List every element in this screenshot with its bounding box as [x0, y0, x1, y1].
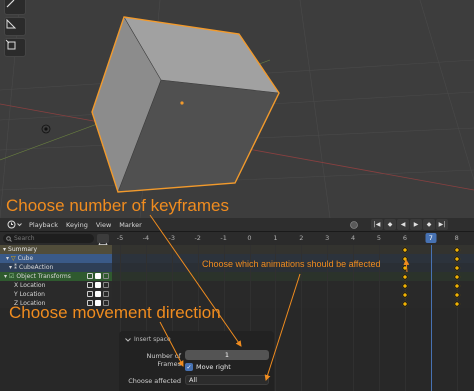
- lock-icon[interactable]: [103, 273, 109, 279]
- current-frame-indicator[interactable]: 7: [425, 233, 437, 243]
- ruler-tick-label: 0: [247, 234, 252, 242]
- ruler-tick-label: 5: [376, 234, 382, 242]
- chevron-down-icon: [16, 223, 22, 227]
- menu-keying[interactable]: Keying: [62, 221, 92, 229]
- clock-icon: [7, 220, 15, 229]
- expand-chevron-icon[interactable]: ▾: [6, 255, 9, 262]
- channel-label: Y Location: [14, 291, 45, 298]
- search-input[interactable]: Search: [3, 234, 94, 243]
- annotation-keyframes: Choose number of keyframes: [6, 196, 229, 215]
- cube-object[interactable]: [91, 16, 280, 193]
- keyframe-row: [112, 272, 474, 281]
- insert-space-operator-panel: Insert space Number of Frames 1 ✓ Move r…: [119, 331, 274, 391]
- channel-row[interactable]: Y Location: [0, 290, 112, 299]
- wrench-icon[interactable]: [87, 291, 93, 297]
- next-key-icon[interactable]: ◆: [423, 219, 435, 230]
- expand-chevron-icon[interactable]: ▾: [3, 246, 6, 253]
- annotation-direction: Choose movement direction: [9, 303, 221, 322]
- channel-label: CubeAction: [19, 264, 54, 271]
- expand-chevron-icon[interactable]: ▾: [9, 264, 12, 271]
- channel-toggle-icons: [87, 273, 109, 279]
- channel-row[interactable]: ▾ Summary: [0, 245, 112, 254]
- menu-playback[interactable]: Playback: [25, 221, 62, 229]
- add-cube-tool-button[interactable]: [4, 38, 26, 57]
- checkbox-icon[interactable]: [95, 282, 101, 288]
- annotate-icon: [6, 0, 15, 8]
- object-icon: ▽: [11, 255, 16, 262]
- ruler-tick-label: -1: [220, 234, 227, 242]
- move-right-checkbox[interactable]: ✓ Move right: [185, 363, 231, 371]
- ruler-tick-label: 2: [299, 234, 304, 242]
- ruler-tick-label: 4: [351, 234, 356, 242]
- channel-label: Cube: [17, 255, 34, 262]
- wrench-icon[interactable]: [87, 273, 93, 279]
- add-cube-icon: [5, 39, 16, 50]
- play-reverse-icon[interactable]: ◀: [397, 219, 409, 230]
- annotate-tool-button[interactable]: [4, 0, 26, 15]
- 3d-viewport[interactable]: [0, 0, 474, 218]
- move-right-label: Move right: [196, 363, 231, 371]
- viewport-scene: [0, 0, 474, 218]
- measure-tool-button[interactable]: [4, 17, 26, 36]
- expand-chevron-icon[interactable]: ▾: [4, 273, 7, 280]
- number-of-frames-field[interactable]: 1: [185, 350, 269, 360]
- jump-end-icon[interactable]: ▶|: [436, 219, 448, 230]
- ruler-tick-label: -3: [168, 234, 176, 242]
- record-icon[interactable]: [349, 220, 359, 230]
- channel-row[interactable]: ▾ ⁑ CubeAction: [0, 263, 112, 272]
- channel-label: Object Transforms: [16, 273, 71, 280]
- channel-row[interactable]: ▾ ☑ Object Transforms: [0, 272, 112, 281]
- filter-toggle-button[interactable]: [97, 234, 109, 247]
- panel-header[interactable]: Insert space: [125, 336, 171, 343]
- menu-view[interactable]: View: [92, 221, 115, 229]
- group-checkbox-icon[interactable]: ☑: [9, 273, 14, 280]
- channel-search-bar: Search: [0, 232, 112, 247]
- checkmark-icon: ✓: [185, 363, 193, 371]
- keyframe-row: [112, 290, 474, 299]
- menu-marker[interactable]: Marker: [115, 221, 145, 229]
- wrench-icon[interactable]: [87, 282, 93, 288]
- ruler-tick-label: -5: [116, 234, 124, 242]
- ruler-tick-label: 1: [273, 234, 278, 242]
- choose-affected-select[interactable]: All: [185, 375, 269, 385]
- number-of-frames-label: Number of Frames: [146, 352, 181, 368]
- playhead-line: [430, 245, 432, 391]
- annotation-affected: Choose which animations should be affect…: [202, 259, 381, 269]
- choose-affected-label: Choose affected: [128, 377, 181, 385]
- channel-row[interactable]: X Location: [0, 281, 112, 290]
- panel-title: Insert space: [134, 336, 171, 343]
- keyframe-row: [112, 245, 474, 254]
- blender-window: Playback Keying View Marker |◀ ◆ ◀ ▶ ◆ ▶…: [0, 0, 474, 391]
- prev-key-icon[interactable]: ◆: [384, 219, 396, 230]
- lock-icon[interactable]: [103, 282, 109, 288]
- ruler-tick-label: 6: [402, 234, 407, 242]
- measure-icon: [6, 18, 17, 29]
- choose-affected-value: All: [189, 376, 198, 384]
- editor-type-button[interactable]: [3, 219, 25, 230]
- ruler-tick-label: -2: [194, 234, 201, 242]
- channel-label: X Location: [14, 282, 46, 289]
- checkbox-icon[interactable]: [95, 291, 101, 297]
- channel-label: Summary: [8, 246, 38, 253]
- ruler-tick-label: 8: [454, 234, 459, 242]
- frame-ruler[interactable]: -5 -4 -3 -2 -1 0 1 2 3 4 5 6 7 8: [112, 232, 474, 245]
- ruler-tick-label: -4: [142, 234, 150, 242]
- chevron-down-icon: [125, 337, 131, 342]
- lock-icon[interactable]: [103, 291, 109, 297]
- channel-row[interactable]: ▾ ▽ Cube: [0, 254, 112, 263]
- channel-toggle-icons: [87, 291, 109, 297]
- channel-toggle-icons: [87, 282, 109, 288]
- dope-sheet-header: Playback Keying View Marker |◀ ◆ ◀ ▶ ◆ ▶…: [0, 218, 474, 232]
- checkbox-icon[interactable]: [95, 273, 101, 279]
- action-icon: ⁑: [14, 264, 18, 271]
- play-icon[interactable]: ▶: [410, 219, 422, 230]
- search-icon: [6, 235, 12, 242]
- jump-start-icon[interactable]: |◀: [371, 219, 383, 230]
- keyframe-row: [112, 281, 474, 290]
- light-gizmo-icon: [41, 124, 51, 134]
- search-placeholder: Search: [14, 235, 35, 242]
- ruler-tick-label: 3: [325, 234, 330, 242]
- playback-controls: |◀ ◆ ◀ ▶ ◆ ▶|: [371, 219, 448, 230]
